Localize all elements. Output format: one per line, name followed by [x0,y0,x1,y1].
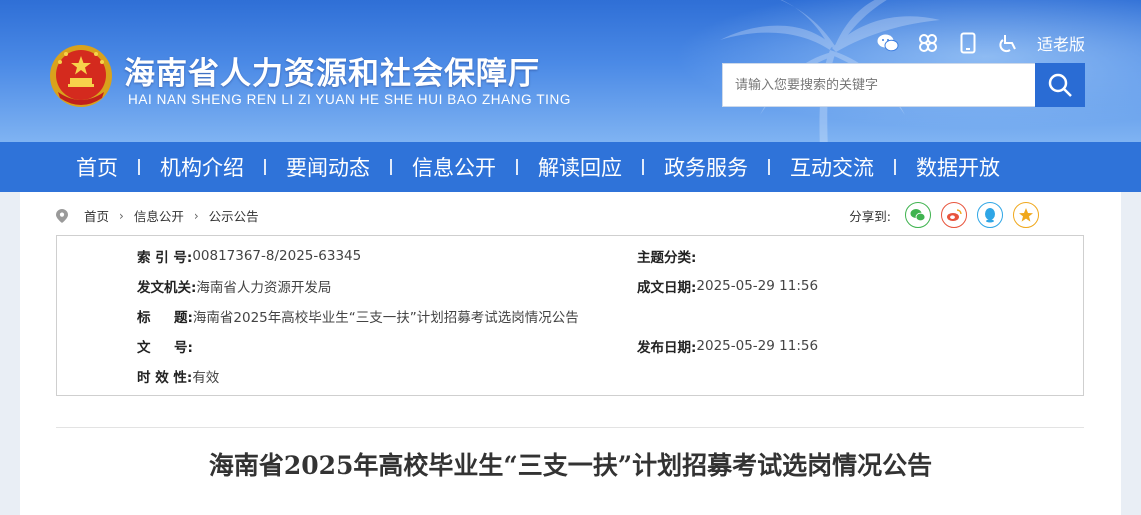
top-toolbar: 适老版 [877,31,1085,55]
document-metadata-table: 索 引 号: 00817367-8/2025-63345 主题分类: 发文机关:… [56,235,1084,396]
meta-label: 索 引 号: [137,250,193,266]
search-button[interactable] [1035,63,1085,107]
meta-label: 主题分类: [637,250,697,266]
breadcrumb-home[interactable]: 首页 [84,206,109,225]
meta-index-row: 索 引 号: 00817367-8/2025-63345 [137,246,361,266]
meta-label: 成文日期: [637,280,697,296]
search-input[interactable] [722,63,1035,107]
nav-item-open-data[interactable]: 数据开放 [896,152,1020,182]
meta-docno-row: 文 号: [137,336,193,356]
meta-value: 2025-05-29 11:56 [696,338,819,354]
meta-published-row: 发布日期: 2025-05-29 11:56 [637,336,818,356]
search-bar [722,63,1085,107]
meta-label: 发布日期: [637,340,697,356]
national-emblem-icon [50,45,112,107]
miniapp-icon[interactable] [917,32,939,54]
share-qzone-icon[interactable] [1013,202,1039,228]
meta-label: 时 效 性: [137,370,193,386]
main-nav: 首页 机构介绍 要闻动态 信息公开 解读回应 政务服务 互动交流 数据开放 [0,142,1141,192]
nav-item-services[interactable]: 政务服务 [644,152,768,182]
location-pin-icon [56,208,68,223]
nav-item-info-disclosure[interactable]: 信息公开 [392,152,516,182]
accessibility-icon[interactable] [997,32,1019,54]
content-panel: 首页 › 信息公开 › 公示公告 分享到: 索 引 号: 00817367-8/… [20,192,1121,515]
search-icon [1048,73,1072,97]
nav-item-news[interactable]: 要闻动态 [266,152,390,182]
site-title: 海南省人力资源和社会保障厅 [124,56,540,92]
share-qq-icon[interactable] [977,202,1003,228]
chevron-right-icon: › [193,208,199,223]
nav-item-about[interactable]: 机构介绍 [140,152,264,182]
meta-title-row: 标 题: 海南省2025年高校毕业生“三支一扶”计划招募考试选岗情况公告 [137,306,579,326]
nav-item-home[interactable]: 首页 [56,152,138,182]
breadcrumb-announcements[interactable]: 公示公告 [209,206,259,225]
share-wechat-icon[interactable] [905,202,931,228]
chevron-right-icon: › [119,208,124,223]
meta-label: 标 题: [137,310,193,326]
breadcrumb-info-disclosure[interactable]: 信息公开 [134,206,184,225]
meta-validity-row: 时 效 性: 有效 [137,366,219,386]
meta-value: 海南省人力资源开发局 [196,280,332,296]
elder-mode-link[interactable]: 适老版 [1037,31,1085,55]
divider [56,427,1084,428]
wechat-icon[interactable] [877,32,899,54]
meta-label: 文 号: [137,340,193,356]
meta-created-row: 成文日期: 2025-05-29 11:56 [637,276,818,296]
meta-value: 00817367-8/2025-63345 [192,248,362,264]
nav-item-interaction[interactable]: 互动交流 [770,152,894,182]
article-title: 海南省2025年高校毕业生“三支一扶”计划招募考试选岗情况公告 [208,451,933,480]
meta-value: 有效 [192,370,220,386]
meta-label: 发文机关: [137,280,197,296]
mobile-icon[interactable] [957,32,979,54]
meta-issuer-row: 发文机关: 海南省人力资源开发局 [137,276,331,296]
share-weibo-icon[interactable] [941,202,967,228]
share-label: 分享到: [849,208,891,224]
breadcrumb: 首页 › 信息公开 › 公示公告 [56,206,259,225]
meta-value: 海南省2025年高校毕业生“三支一扶”计划招募考试选岗情况公告 [192,310,579,326]
meta-value: 2025-05-29 11:56 [696,278,819,294]
share-bar: 分享到: [849,202,1039,228]
nav-item-interpretation[interactable]: 解读回应 [518,152,642,182]
site-subtitle: HAI NAN SHENG REN LI ZI YUAN HE SHE HUI … [128,92,571,107]
site-header: 海南省人力资源和社会保障厅 HAI NAN SHENG REN LI ZI YU… [0,0,1141,142]
meta-topic-row: 主题分类: [637,246,696,266]
